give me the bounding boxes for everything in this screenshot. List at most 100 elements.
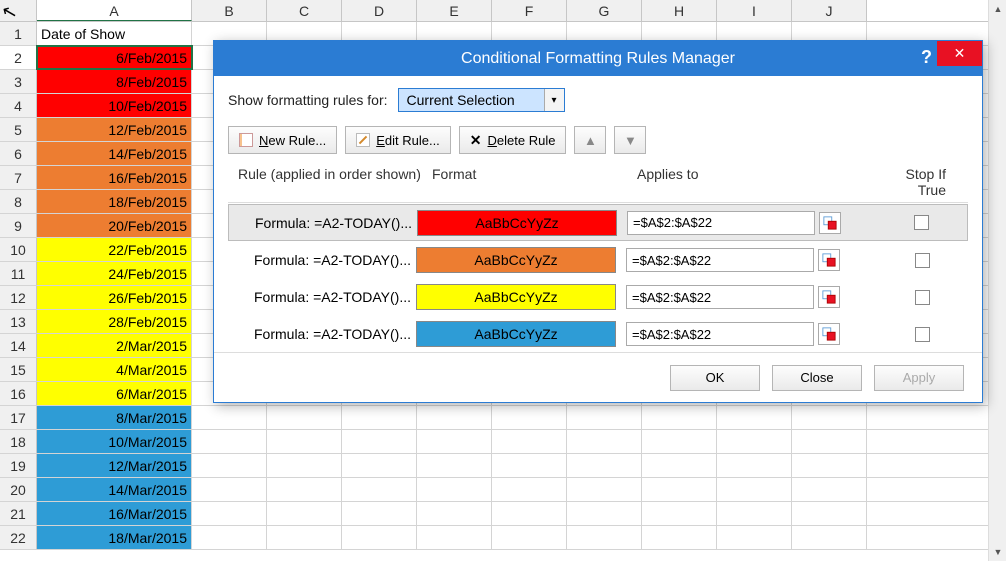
cell[interactable] bbox=[417, 454, 492, 477]
cell[interactable]: 12/Feb/2015 bbox=[37, 118, 192, 141]
column-header-e[interactable]: E bbox=[417, 0, 492, 21]
cell[interactable] bbox=[567, 502, 642, 525]
scroll-up-icon[interactable]: ▲ bbox=[989, 0, 1006, 18]
row-number[interactable]: 3 bbox=[0, 70, 37, 93]
row-number[interactable]: 5 bbox=[0, 118, 37, 141]
range-selector-icon[interactable] bbox=[818, 323, 840, 345]
new-rule-button[interactable]: New Rule... bbox=[228, 126, 337, 154]
cell[interactable] bbox=[792, 502, 867, 525]
cell[interactable] bbox=[492, 454, 567, 477]
cell[interactable] bbox=[567, 406, 642, 429]
row-number[interactable]: 17 bbox=[0, 406, 37, 429]
cell[interactable] bbox=[267, 430, 342, 453]
cell[interactable]: 6/Mar/2015 bbox=[37, 382, 192, 405]
close-dialog-button[interactable]: Close bbox=[772, 365, 862, 391]
cell[interactable] bbox=[492, 406, 567, 429]
dialog-titlebar[interactable]: Conditional Formatting Rules Manager ? ✕ bbox=[214, 41, 982, 76]
range-selector-icon[interactable] bbox=[818, 286, 840, 308]
row-number[interactable]: 14 bbox=[0, 334, 37, 357]
row-number[interactable]: 21 bbox=[0, 502, 37, 525]
cell[interactable] bbox=[567, 430, 642, 453]
row-number[interactable]: 13 bbox=[0, 310, 37, 333]
cell[interactable] bbox=[267, 478, 342, 501]
cell[interactable]: 8/Mar/2015 bbox=[37, 406, 192, 429]
cell[interactable] bbox=[792, 454, 867, 477]
row-number[interactable]: 19 bbox=[0, 454, 37, 477]
cell[interactable] bbox=[342, 406, 417, 429]
cell[interactable]: 22/Feb/2015 bbox=[37, 238, 192, 261]
applies-to-input[interactable] bbox=[626, 285, 814, 309]
vertical-scrollbar[interactable]: ▲ ▼ bbox=[988, 0, 1006, 561]
cell[interactable] bbox=[792, 430, 867, 453]
cell[interactable] bbox=[192, 502, 267, 525]
cell[interactable] bbox=[492, 502, 567, 525]
cell[interactable] bbox=[342, 526, 417, 549]
cell[interactable] bbox=[717, 454, 792, 477]
cell[interactable] bbox=[342, 502, 417, 525]
apply-button[interactable]: Apply bbox=[874, 365, 964, 391]
scope-dropdown[interactable]: Current Selection ▾ bbox=[398, 88, 565, 112]
delete-rule-button[interactable]: ✕Delete Rule bbox=[459, 126, 567, 154]
cell[interactable] bbox=[717, 406, 792, 429]
cell[interactable] bbox=[492, 478, 567, 501]
row-number[interactable]: 12 bbox=[0, 286, 37, 309]
column-header-a[interactable]: A bbox=[37, 0, 192, 21]
row-number[interactable]: 9 bbox=[0, 214, 37, 237]
cell[interactable]: 12/Mar/2015 bbox=[37, 454, 192, 477]
column-header-i[interactable]: I bbox=[717, 0, 792, 21]
column-header-f[interactable]: F bbox=[492, 0, 567, 21]
cell[interactable]: 26/Feb/2015 bbox=[37, 286, 192, 309]
cell[interactable] bbox=[342, 454, 417, 477]
row-number[interactable]: 10 bbox=[0, 238, 37, 261]
cell[interactable] bbox=[417, 430, 492, 453]
row-number[interactable]: 20 bbox=[0, 478, 37, 501]
cell[interactable] bbox=[267, 526, 342, 549]
row-number[interactable]: 2 bbox=[0, 46, 37, 69]
column-header-c[interactable]: C bbox=[267, 0, 342, 21]
applies-to-input[interactable] bbox=[626, 322, 814, 346]
rule-row[interactable]: Formula: =A2-TODAY()...AaBbCcYyZz bbox=[228, 204, 968, 241]
cell[interactable] bbox=[792, 526, 867, 549]
applies-to-input[interactable] bbox=[626, 248, 814, 272]
row-number[interactable]: 4 bbox=[0, 94, 37, 117]
cell[interactable] bbox=[642, 478, 717, 501]
cell[interactable] bbox=[567, 478, 642, 501]
cell[interactable] bbox=[192, 478, 267, 501]
cell[interactable] bbox=[642, 454, 717, 477]
stop-if-true-checkbox[interactable] bbox=[915, 290, 930, 305]
row-number[interactable]: 7 bbox=[0, 166, 37, 189]
cell[interactable]: 8/Feb/2015 bbox=[37, 70, 192, 93]
cell[interactable]: 28/Feb/2015 bbox=[37, 310, 192, 333]
cell[interactable] bbox=[492, 430, 567, 453]
cell[interactable] bbox=[792, 478, 867, 501]
cell[interactable] bbox=[642, 502, 717, 525]
move-up-button[interactable]: ▲ bbox=[574, 126, 606, 154]
cell[interactable] bbox=[192, 526, 267, 549]
cell[interactable]: 18/Feb/2015 bbox=[37, 190, 192, 213]
cell[interactable] bbox=[192, 430, 267, 453]
cell[interactable] bbox=[567, 526, 642, 549]
cell[interactable]: 6/Feb/2015 bbox=[37, 46, 192, 69]
cell[interactable] bbox=[492, 526, 567, 549]
row-number[interactable]: 6 bbox=[0, 142, 37, 165]
stop-if-true-checkbox[interactable] bbox=[915, 253, 930, 268]
cell[interactable] bbox=[642, 526, 717, 549]
cell[interactable]: 4/Mar/2015 bbox=[37, 358, 192, 381]
cell[interactable]: 16/Mar/2015 bbox=[37, 502, 192, 525]
column-header-g[interactable]: G bbox=[567, 0, 642, 21]
scroll-down-icon[interactable]: ▼ bbox=[989, 543, 1006, 561]
cell[interactable] bbox=[342, 478, 417, 501]
cell[interactable] bbox=[567, 454, 642, 477]
column-header-h[interactable]: H bbox=[642, 0, 717, 21]
edit-rule-button[interactable]: Edit Rule... bbox=[345, 126, 451, 154]
cell[interactable]: 14/Mar/2015 bbox=[37, 478, 192, 501]
cell[interactable] bbox=[717, 502, 792, 525]
row-number[interactable]: 15 bbox=[0, 358, 37, 381]
help-button[interactable]: ? bbox=[921, 47, 932, 68]
cell[interactable] bbox=[717, 478, 792, 501]
cell[interactable] bbox=[417, 526, 492, 549]
row-number[interactable]: 11 bbox=[0, 262, 37, 285]
cell[interactable]: 10/Mar/2015 bbox=[37, 430, 192, 453]
cell[interactable] bbox=[417, 406, 492, 429]
cell[interactable]: 16/Feb/2015 bbox=[37, 166, 192, 189]
